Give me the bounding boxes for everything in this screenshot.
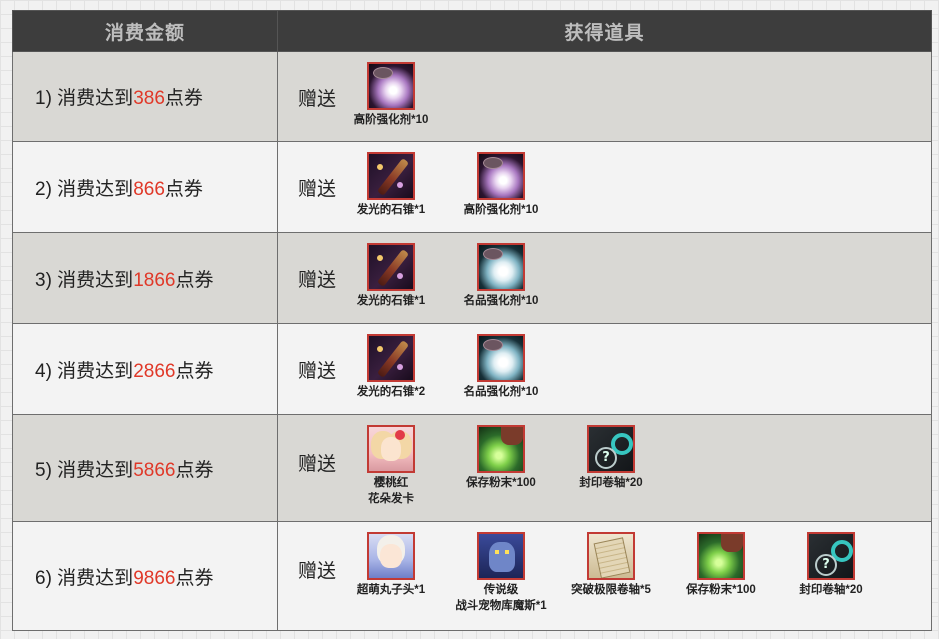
reward-item[interactable]: 高阶强化剂*10: [336, 62, 446, 128]
reward-item-name: 名品强化剂*10: [463, 386, 539, 398]
reward-item-name: 保存粉末*100: [466, 477, 536, 489]
reward-item-name: 突破极限卷轴*5: [571, 584, 651, 596]
seal-scroll-icon: [587, 425, 635, 473]
reward-item[interactable]: 传说级 战斗宠物库魔斯*1: [446, 532, 556, 614]
reward-item-name: 传说级: [483, 584, 519, 596]
reward-item[interactable]: 封印卷轴*20: [556, 425, 666, 491]
reward-item-name: 封印卷轴*20: [799, 584, 863, 596]
preservation-powder-icon: [477, 425, 525, 473]
reward-item-name: 保存粉末*100: [686, 584, 756, 596]
gift-label: 赠送: [298, 561, 337, 582]
tier-requirement: 1) 消费达到386点券: [12, 51, 278, 142]
reward-item-name: 樱桃红: [373, 477, 409, 489]
tier-rewards: 赠送 超萌丸子头*1 传说级 战斗宠物库魔斯*1 突破极限卷轴*5 保存粉末*1…: [277, 521, 932, 631]
tier-row-4: 4) 消费达到2866点券 赠送 发光的石锥*2 名品强化剂*10: [12, 323, 932, 415]
tier-amount: 866: [133, 178, 165, 200]
battle-pet-kumos-icon: [477, 532, 525, 580]
reward-item-name: 超萌丸子头*1: [356, 584, 426, 596]
reward-item-name-line2: 花朵发卡: [368, 493, 414, 505]
glowing-stone-awl-icon: [367, 243, 415, 291]
reward-item-name-line2: 战斗宠物库魔斯*1: [455, 600, 547, 612]
reward-item[interactable]: 发光的石锥*1: [336, 152, 446, 218]
reward-item[interactable]: 超萌丸子头*1: [336, 532, 446, 598]
reward-item[interactable]: 封印卷轴*20: [776, 532, 886, 598]
enhance-powder-premium-icon: [477, 334, 525, 382]
cherry-flower-hairpin-icon: [367, 425, 415, 473]
reward-item[interactable]: 高阶强化剂*10: [446, 152, 556, 218]
reward-item[interactable]: 名品强化剂*10: [446, 334, 556, 400]
reward-item-name: 高阶强化剂*10: [353, 114, 429, 126]
tier-amount: 2866: [133, 360, 176, 382]
tier-rewards: 赠送 发光的石锥*1 高阶强化剂*10: [277, 141, 932, 233]
reward-item[interactable]: 保存粉末*100: [446, 425, 556, 491]
tier-row-6: 6) 消费达到9866点券 赠送 超萌丸子头*1 传说级 战斗宠物库魔斯*1 突…: [12, 521, 932, 631]
tier-rewards: 赠送 发光的石锥*1 名品强化剂*10: [277, 232, 932, 324]
reward-table: 消费金额 获得道具 1) 消费达到386点券 赠送 高阶强化剂*10 2) 消费…: [12, 10, 932, 631]
tier-requirement: 4) 消费达到2866点券: [12, 323, 278, 415]
tier-requirement: 6) 消费达到9866点券: [12, 521, 278, 631]
header-items-received: 获得道具: [277, 10, 932, 52]
tier-row-2: 2) 消费达到866点券 赠送 发光的石锥*1 高阶强化剂*10: [12, 141, 932, 233]
reward-item[interactable]: 保存粉末*100: [666, 532, 776, 598]
tier-amount: 5866: [133, 459, 176, 481]
glowing-stone-awl-icon: [367, 334, 415, 382]
header-spend-amount: 消费金额: [12, 10, 278, 52]
tier-requirement: 3) 消费达到1866点券: [12, 232, 278, 324]
reward-item[interactable]: 樱桃红 花朵发卡: [336, 425, 446, 507]
header-row: 消费金额 获得道具: [12, 10, 932, 52]
reward-item-name: 封印卷轴*20: [579, 477, 643, 489]
reward-item[interactable]: 名品强化剂*10: [446, 243, 556, 309]
gift-label: 赠送: [298, 454, 337, 475]
preservation-powder-icon: [697, 532, 745, 580]
tier-amount: 386: [133, 88, 165, 109]
reward-item-name: 高阶强化剂*10: [463, 204, 539, 216]
gift-label: 赠送: [298, 179, 337, 200]
reward-item[interactable]: 发光的石锥*2: [336, 334, 446, 400]
tier-requirement: 2) 消费达到866点券: [12, 141, 278, 233]
tier-row-3: 3) 消费达到1866点券 赠送 发光的石锥*1 名品强化剂*10: [12, 232, 932, 324]
enhance-powder-premium-icon: [477, 243, 525, 291]
enhance-powder-high-icon: [367, 62, 415, 110]
gift-label: 赠送: [298, 89, 337, 110]
gift-label: 赠送: [298, 361, 337, 382]
cute-bun-hairstyle-icon: [367, 532, 415, 580]
reward-item-name: 名品强化剂*10: [463, 295, 539, 307]
reward-item-name: 发光的石锥*1: [356, 295, 426, 307]
reward-item[interactable]: 突破极限卷轴*5: [556, 532, 666, 598]
reward-item-name: 发光的石锥*1: [356, 204, 426, 216]
tier-rewards: 赠送 发光的石锥*2 名品强化剂*10: [277, 323, 932, 415]
limit-break-scroll-icon: [587, 532, 635, 580]
enhance-powder-high-icon: [477, 152, 525, 200]
reward-item[interactable]: 发光的石锥*1: [336, 243, 446, 309]
tier-amount: 9866: [133, 567, 176, 589]
seal-scroll-icon: [807, 532, 855, 580]
reward-item-name: 发光的石锥*2: [356, 386, 426, 398]
tier-rewards: 赠送 高阶强化剂*10: [277, 51, 932, 142]
glowing-stone-awl-icon: [367, 152, 415, 200]
tier-row-5: 5) 消费达到5866点券 赠送 樱桃红 花朵发卡 保存粉末*100 封印卷轴*…: [12, 414, 932, 522]
tier-amount: 1866: [133, 269, 176, 291]
tier-requirement: 5) 消费达到5866点券: [12, 414, 278, 522]
gift-label: 赠送: [298, 270, 337, 291]
tier-rewards: 赠送 樱桃红 花朵发卡 保存粉末*100 封印卷轴*20: [277, 414, 932, 522]
tier-row-1: 1) 消费达到386点券 赠送 高阶强化剂*10: [12, 51, 932, 142]
